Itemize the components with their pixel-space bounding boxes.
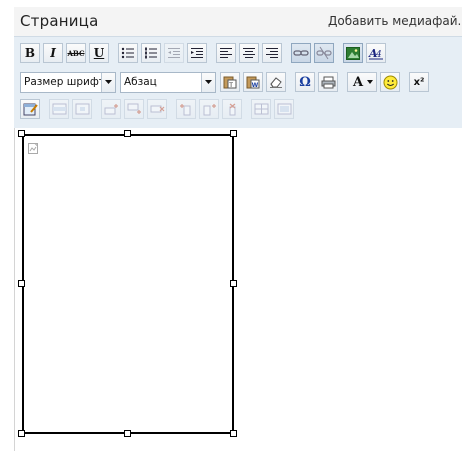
resize-handle-middle-right[interactable] — [230, 280, 237, 287]
resize-handle-top-left[interactable] — [18, 130, 25, 137]
numbered-list-button[interactable] — [141, 43, 161, 63]
add-media-link[interactable]: Добавить медиафай. — [328, 14, 461, 28]
chevron-down-icon — [201, 72, 215, 92]
bullet-list-icon — [121, 47, 134, 59]
print-button[interactable] — [318, 72, 338, 92]
numbered-list-icon — [145, 47, 157, 59]
omega-icon: Ω — [299, 74, 311, 90]
svg-text:W: W — [252, 82, 259, 89]
indent-icon — [191, 48, 203, 58]
split-cells-button[interactable] — [251, 99, 271, 119]
toolbar-row-1: B I ABC U A 4 — [20, 41, 389, 65]
selected-image-placeholder[interactable] — [22, 134, 234, 434]
resize-handle-bottom-center[interactable] — [124, 430, 131, 437]
paste-text-icon: T — [223, 76, 237, 89]
outdent-button[interactable] — [164, 43, 184, 63]
italic-label: I — [50, 46, 56, 60]
underline-label: U — [93, 46, 105, 60]
insert-column-before-icon — [179, 103, 190, 115]
insert-row-after-icon — [127, 103, 141, 114]
emoticon-button[interactable] — [380, 72, 400, 92]
spellcheck-icon: A4 — [368, 47, 383, 60]
chevron-down-icon — [367, 80, 373, 84]
special-character-button[interactable]: Ω — [295, 72, 315, 92]
insert-link-button[interactable] — [291, 43, 311, 63]
resize-handle-top-right[interactable] — [230, 130, 237, 137]
insert-table-button[interactable] — [20, 99, 40, 119]
eraser-icon — [270, 77, 282, 88]
image-icon — [346, 46, 360, 60]
font-size-select[interactable]: Размер шрифт — [20, 71, 116, 93]
insert-row-after-button[interactable] — [124, 99, 144, 119]
table-row-props-button[interactable] — [49, 99, 69, 119]
remove-format-button[interactable] — [266, 72, 286, 92]
text-color-button[interactable]: A — [347, 72, 377, 92]
superscript-icon: x² — [413, 76, 425, 88]
format-select[interactable]: Абзац — [120, 71, 216, 93]
superscript-button[interactable]: x² — [409, 72, 429, 92]
paste-word-icon: W — [246, 76, 260, 89]
text-color-icon: A — [352, 74, 364, 90]
strikethrough-label: ABC — [67, 48, 85, 58]
insert-column-after-icon — [203, 103, 216, 115]
bold-button[interactable]: B — [20, 43, 40, 63]
remove-link-button[interactable] — [314, 43, 334, 63]
insert-row-before-button[interactable] — [101, 99, 121, 119]
resize-handle-top-center[interactable] — [124, 130, 131, 137]
printer-icon — [321, 76, 335, 88]
indent-button[interactable] — [187, 43, 207, 63]
resize-handle-bottom-right[interactable] — [230, 430, 237, 437]
table-cell-props-button[interactable] — [72, 99, 92, 119]
table-cell-icon — [75, 103, 89, 115]
insert-col-after-button[interactable] — [199, 99, 219, 119]
align-left-button[interactable] — [216, 43, 236, 63]
edit-table-icon — [23, 103, 38, 116]
resize-handle-middle-left[interactable] — [18, 280, 25, 287]
paste-text-button[interactable]: T — [220, 72, 240, 92]
broken-image-icon — [28, 140, 40, 159]
table-row-icon — [52, 103, 66, 115]
format-value: Абзац — [124, 76, 157, 88]
unlink-icon — [316, 46, 332, 60]
delete-column-icon — [229, 103, 235, 115]
bold-label: B — [24, 46, 36, 60]
merge-cells-icon — [277, 103, 291, 115]
paste-word-button[interactable]: W — [243, 72, 263, 92]
chevron-down-icon — [101, 72, 115, 92]
delete-row-icon — [150, 105, 164, 113]
split-cells-icon — [254, 103, 268, 115]
insert-row-before-icon — [104, 104, 118, 115]
page-title: Страница — [20, 12, 99, 30]
align-center-button[interactable] — [239, 43, 259, 63]
text-style-button[interactable]: A4 — [366, 43, 386, 63]
bullet-list-button[interactable] — [118, 43, 138, 63]
merge-cells-button[interactable] — [274, 99, 294, 119]
toolbar-row-3 — [20, 97, 297, 121]
smiley-icon — [383, 75, 397, 89]
svg-text:T: T — [228, 82, 233, 89]
align-left-icon — [220, 48, 232, 58]
resize-handle-bottom-left[interactable] — [18, 430, 25, 437]
align-center-icon — [243, 48, 255, 58]
align-right-button[interactable] — [262, 43, 282, 63]
insert-image-button[interactable] — [343, 43, 363, 63]
toolbar-row-2: Размер шрифт Абзац T W Ω A x² — [20, 70, 432, 94]
editor-toolbar: B I ABC U A 4 Размер шрифт Абзац T W Ω A… — [14, 36, 462, 128]
align-right-icon — [266, 48, 278, 58]
insert-col-before-button[interactable] — [176, 99, 196, 119]
font-size-value: Размер шрифт — [24, 76, 105, 88]
outdent-icon — [168, 48, 180, 58]
delete-row-button[interactable] — [147, 99, 167, 119]
italic-button[interactable]: I — [43, 43, 63, 63]
underline-button[interactable]: U — [89, 43, 109, 63]
link-icon — [293, 50, 309, 56]
delete-col-button[interactable] — [222, 99, 242, 119]
strikethrough-button[interactable]: ABC — [66, 43, 86, 63]
